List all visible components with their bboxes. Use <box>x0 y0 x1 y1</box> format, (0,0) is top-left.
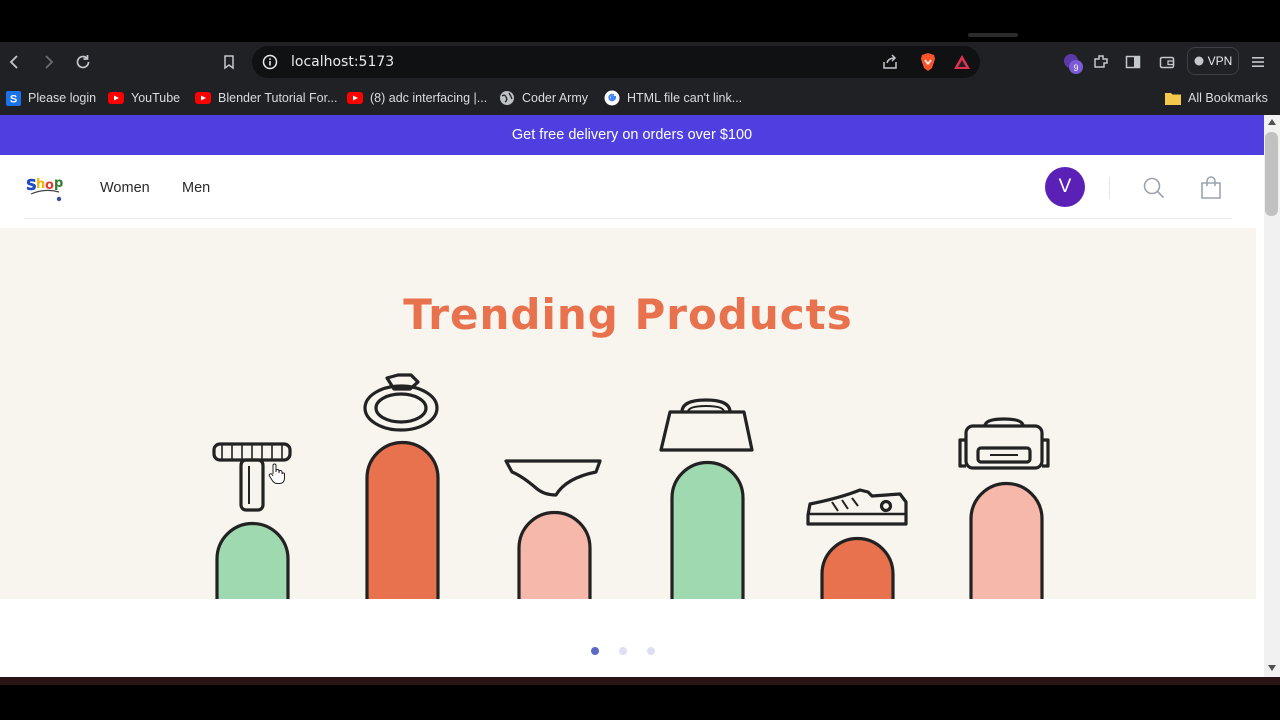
site-header: S h o p Women Men V <box>0 155 1264 219</box>
vpn-button[interactable]: VPN <box>1187 47 1239 75</box>
forward-icon[interactable] <box>36 50 60 74</box>
back-icon[interactable] <box>3 50 27 74</box>
shopping-bag-icon[interactable] <box>1200 176 1222 205</box>
pedestals <box>215 440 1044 599</box>
bookmark-label: Please login <box>28 91 97 105</box>
handbag-icon <box>659 398 754 452</box>
extensions-icon[interactable] <box>1089 50 1113 74</box>
promo-banner: Get free delivery on orders over $100 <box>0 115 1264 155</box>
browser-toolbar: localhost:5173 9 VPN <box>0 42 1280 82</box>
pedestal-3 <box>517 510 592 599</box>
pedestal-5 <box>820 536 895 599</box>
svg-text:S: S <box>9 93 16 105</box>
taskbar-edge <box>0 677 1280 720</box>
bookmark-label: Blender Tutorial For... <box>218 91 338 105</box>
hand-cursor-icon <box>268 463 286 490</box>
folder-icon <box>1165 90 1181 106</box>
google-icon <box>604 90 620 106</box>
url-text[interactable]: localhost:5173 <box>291 54 394 70</box>
bookmark-item[interactable]: Blender Tutorial For... <box>195 88 338 108</box>
web-page: Get free delivery on orders over $100 S … <box>0 115 1264 677</box>
sidebar-toggle-icon[interactable] <box>1121 50 1145 74</box>
avatar-initial: V <box>1058 176 1072 197</box>
carousel-dot-2[interactable] <box>619 647 627 655</box>
pedestal-4 <box>670 460 745 599</box>
pedestal-2 <box>365 440 440 599</box>
window-drag-handle[interactable] <box>968 33 1018 37</box>
extension-badge-icon[interactable]: 9 <box>1062 52 1086 83</box>
wallet-icon[interactable] <box>1155 50 1179 74</box>
carousel-dot-3[interactable] <box>647 647 655 655</box>
brave-shields-icon[interactable] <box>918 52 938 77</box>
bookmarks-bar: S Please login YouTube Blender Tutorial … <box>0 82 1280 115</box>
page-scrollbar[interactable] <box>1264 115 1280 677</box>
bookmark-label: HTML file can't link... <box>627 91 743 105</box>
window-top-strip <box>0 0 1280 42</box>
share-icon[interactable] <box>881 53 899 76</box>
sneaker-icon <box>806 488 908 526</box>
promo-text: Get free delivery on orders over $100 <box>511 127 753 143</box>
vpn-label: VPN <box>1207 54 1233 68</box>
svg-text:p: p <box>54 176 63 191</box>
shop-logo[interactable]: S h o p <box>25 170 67 204</box>
bookmark-item[interactable]: Coder Army <box>499 88 588 108</box>
user-avatar[interactable]: V <box>1045 167 1085 207</box>
scrollbar-thumb[interactable] <box>1265 132 1278 216</box>
svg-text:h: h <box>36 177 45 192</box>
hero-carousel-slide[interactable]: Trending Products <box>0 228 1256 599</box>
vpn-shield-icon <box>1194 56 1204 66</box>
globe-icon <box>499 90 515 106</box>
ring-icon <box>363 373 439 432</box>
scroll-down-arrow-icon[interactable] <box>1268 665 1276 671</box>
address-bar[interactable]: localhost:5173 <box>252 46 980 78</box>
reload-icon[interactable] <box>71 50 95 74</box>
youtube-icon <box>347 90 363 106</box>
bookmark-item[interactable]: (8) adc interfacing |... <box>347 88 487 108</box>
s-favicon-icon: S <box>5 90 21 106</box>
extension-badge-count: 9 <box>1073 63 1078 73</box>
bookmark-label: YouTube <box>131 91 181 105</box>
bookmark-item[interactable]: HTML file can't link... <box>604 88 742 108</box>
bookmark-item[interactable]: S Please login <box>5 88 96 108</box>
youtube-icon <box>108 90 124 106</box>
pedestal-6 <box>969 481 1044 599</box>
youtube-icon <box>195 90 211 106</box>
all-bookmarks-label: All Bookmarks <box>1188 91 1268 105</box>
nav-link-men[interactable]: Men <box>182 180 210 196</box>
nav-link-women[interactable]: Women <box>100 180 150 196</box>
header-bottom-rule <box>24 218 1232 219</box>
bookmark-item[interactable]: YouTube <box>108 88 180 108</box>
bookmark-icon[interactable] <box>217 50 241 74</box>
bookmark-label: Coder Army <box>522 91 588 105</box>
brave-rewards-icon[interactable] <box>953 53 971 76</box>
all-bookmarks-button[interactable]: All Bookmarks <box>1165 88 1268 108</box>
bookmark-label: (8) adc interfacing |... <box>370 91 488 105</box>
carousel-dots <box>591 647 655 655</box>
browser-menu-icon[interactable] <box>1246 50 1270 74</box>
header-divider <box>1109 177 1110 199</box>
underwear-icon <box>504 459 602 497</box>
trending-products-illustration <box>212 373 1050 599</box>
site-info-icon[interactable] <box>262 54 278 75</box>
search-icon[interactable] <box>1143 177 1165 204</box>
pedestal-1 <box>215 521 290 599</box>
carousel-dot-1[interactable] <box>591 647 599 655</box>
backpack-icon <box>958 417 1050 470</box>
scroll-up-arrow-icon[interactable] <box>1268 119 1276 125</box>
